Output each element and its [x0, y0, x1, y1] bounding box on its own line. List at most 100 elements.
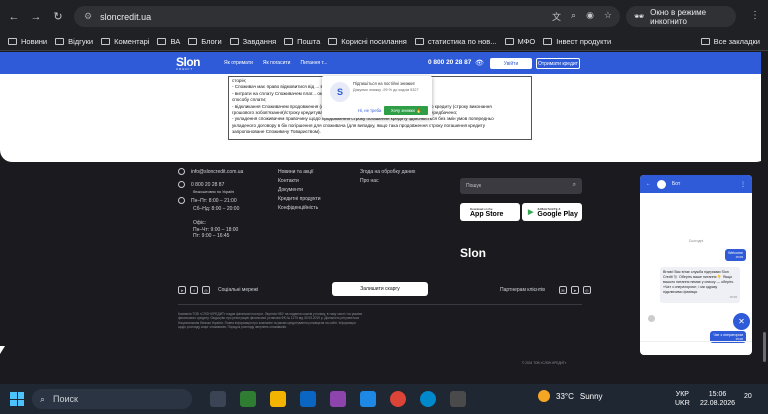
- folder-icon: [8, 38, 17, 45]
- bookmark-label: статистика по нов...: [427, 37, 497, 46]
- bookmark-label: Відгуки: [68, 37, 94, 46]
- nav-link[interactable]: Питання т...: [300, 60, 327, 66]
- google-play-button[interactable]: ▶ ЗАВАНТАЖТЕ З Google Play: [522, 203, 582, 221]
- folder-icon: [229, 38, 239, 45]
- bookmark-folder[interactable]: МФО: [504, 37, 535, 46]
- footer-link[interactable]: Згода на обробку даних: [360, 168, 415, 177]
- app-icon[interactable]: [450, 391, 466, 407]
- facebook-icon[interactable]: f: [190, 286, 198, 294]
- site-info-icon[interactable]: ⚙: [84, 11, 92, 22]
- bookmark-folder[interactable]: ВА: [157, 37, 180, 46]
- nav-link[interactable]: Як погасити: [263, 60, 291, 66]
- all-bookmarks[interactable]: Все закладки: [700, 37, 760, 46]
- windows-start-icon[interactable]: [10, 392, 24, 406]
- instagram-icon[interactable]: ◎: [202, 286, 210, 294]
- complaint-button[interactable]: Залишити скаргу: [332, 282, 428, 296]
- mouse-cursor-icon: [0, 346, 5, 354]
- chat-input[interactable]: [640, 341, 752, 355]
- scroll-thumb[interactable]: [763, 332, 766, 362]
- chat-menu-icon[interactable]: ⋮: [740, 181, 746, 188]
- footer-email[interactable]: info@sloncredit.com.ua: [191, 169, 243, 175]
- copilot-icon[interactable]: [330, 391, 346, 407]
- header-phone[interactable]: 0 800 20 28 87: [428, 59, 471, 66]
- user-message: Welcome 15:06: [725, 249, 746, 261]
- address-bar[interactable]: ⚙ sloncredit.ua 文 ⌕ ◉ ☆: [74, 6, 620, 27]
- nav-link[interactable]: Як отримати: [224, 60, 253, 66]
- bookmark-folder[interactable]: Інвест продукти: [543, 37, 611, 46]
- chat-back-icon[interactable]: ←: [646, 181, 651, 187]
- login-button[interactable]: Увійти: [490, 58, 532, 69]
- task-view-icon[interactable]: [210, 391, 226, 407]
- footer-search-input[interactable]: Пошук ⌕: [460, 178, 582, 194]
- mail-icon: [178, 168, 185, 176]
- folder-icon: [188, 38, 198, 45]
- apply-button[interactable]: Отримати кредит: [536, 58, 580, 69]
- bookmark-folder[interactable]: Блоги: [188, 37, 222, 46]
- footer-phone[interactable]: 0 800 20 28 87: [191, 182, 224, 188]
- telegram-icon[interactable]: [420, 391, 436, 407]
- telegram-icon[interactable]: ➤: [570, 286, 579, 294]
- bookmark-folder[interactable]: статистика по нов...: [414, 37, 497, 46]
- footer-logo[interactable]: Slon: [460, 246, 486, 260]
- mail-square-icon[interactable]: ✉: [558, 286, 567, 294]
- footer-link[interactable]: Контакти: [278, 177, 321, 186]
- chat-close-icon[interactable]: ✕: [733, 313, 750, 330]
- app-icon[interactable]: [360, 391, 376, 407]
- push-accept-button[interactable]: Хочу знижки 🔥: [384, 106, 428, 115]
- accessibility-eye-icon[interactable]: 👁: [475, 59, 484, 67]
- folder-icon: [504, 38, 514, 45]
- footer-link[interactable]: Новини та акції: [278, 168, 321, 177]
- footer-links-1: Новини та акції Контакти Документи Креди…: [278, 168, 321, 213]
- language-indicator[interactable]: УКР UKR: [675, 390, 690, 408]
- app-icon[interactable]: [300, 391, 316, 407]
- forward-icon[interactable]: →: [28, 9, 44, 25]
- footer-link[interactable]: Конфіденційність: [278, 204, 321, 213]
- telegram-icon[interactable]: ➤: [178, 286, 186, 294]
- partners-label: Партнерам клієнтів: [500, 287, 545, 293]
- social-links: ➤ f ◎ Соціальні мережі: [178, 286, 258, 294]
- system-clock[interactable]: 15:06 22.08.2026: [700, 390, 735, 408]
- chrome-icon[interactable]: [390, 391, 406, 407]
- footer-link[interactable]: Документи: [278, 186, 321, 195]
- incognito-badge[interactable]: 🕶 Окно в режиме инкогнито: [626, 6, 736, 27]
- browser-menu-icon[interactable]: ⋮: [750, 10, 760, 21]
- site-header: Slon CREDIT Як отримати Як погасити Питан…: [0, 52, 768, 74]
- bookmark-folder[interactable]: Завдання: [229, 37, 276, 46]
- file-explorer-icon[interactable]: [270, 391, 286, 407]
- bookmark-folder[interactable]: Корисні посилання: [328, 37, 407, 46]
- bookmark-folder[interactable]: Новини: [8, 37, 47, 46]
- message-text: Вітаю! Вас вітає служба підтримки Slon C…: [663, 270, 734, 294]
- search-icon[interactable]: ⌕: [573, 182, 576, 189]
- bookmark-folder[interactable]: Пошта: [284, 37, 320, 46]
- weather-widget[interactable]: 33°C Sunny: [538, 390, 603, 402]
- site-logo[interactable]: Slon CREDIT: [176, 55, 201, 71]
- office-hours: Пт: 9:00 – 16:45: [193, 233, 230, 239]
- all-bookmarks-label: Все закладки: [713, 37, 760, 46]
- app-store-button[interactable]: Download on the App Store: [460, 203, 520, 221]
- footer-link[interactable]: Кредитні продукти: [278, 195, 321, 204]
- taskbar-search[interactable]: ⌕ Поиск: [32, 389, 192, 409]
- phone-icon: [178, 181, 185, 189]
- slon-logo-icon: S: [330, 82, 350, 102]
- message-time: 15:06: [735, 255, 743, 259]
- app-icon[interactable]: [240, 391, 256, 407]
- notification-icon[interactable]: 20: [744, 393, 758, 405]
- footer-links-2: Згода на обробку даних Про нас: [360, 168, 415, 186]
- clock-icon: [178, 197, 185, 205]
- bookmark-star-icon[interactable]: ☆: [604, 10, 612, 23]
- bookmark-folder[interactable]: Коментарі: [101, 37, 149, 46]
- zoom-icon[interactable]: ⌕: [571, 10, 576, 23]
- browser-toolbar: ← → ↻ ⚙ sloncredit.ua 文 ⌕ ◉ ☆ 🕶 Окно в р…: [0, 0, 768, 33]
- reload-icon[interactable]: ↻: [50, 9, 66, 25]
- bookmark-folder[interactable]: Відгуки: [55, 37, 93, 46]
- folder-icon: [55, 38, 65, 45]
- viber-icon[interactable]: ◎: [582, 286, 591, 294]
- page-scrollbar[interactable]: [761, 52, 768, 369]
- translate-icon[interactable]: 文: [552, 10, 561, 23]
- push-decline-button[interactable]: Ні, не треба: [358, 108, 381, 113]
- back-icon[interactable]: ←: [6, 9, 22, 25]
- hours-line: Пн–Пт: 8:00 – 21:00: [191, 198, 237, 204]
- incognito-eye-icon[interactable]: ◉: [586, 10, 594, 23]
- footer-link[interactable]: Про нас: [360, 177, 415, 186]
- bookmark-label: Коментарі: [114, 37, 150, 46]
